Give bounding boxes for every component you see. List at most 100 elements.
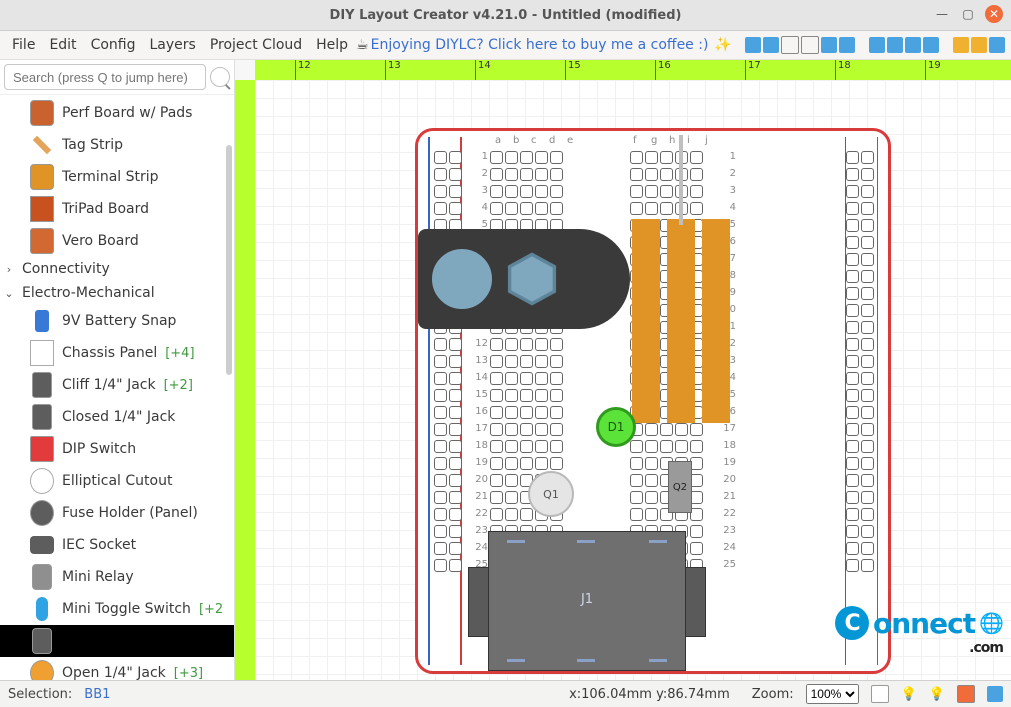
maximize-button[interactable]: ▢: [959, 5, 977, 23]
tree-item-relay[interactable]: Mini Relay: [0, 561, 234, 593]
menu-help[interactable]: Help: [310, 35, 354, 55]
status-icon-1[interactable]: [871, 685, 889, 703]
toolbar-icon-4[interactable]: [801, 36, 819, 54]
iec-icon: [30, 536, 54, 554]
design-canvas[interactable]: a b c d e f g h i j 123456789101: [255, 80, 1011, 680]
ruler-tick: 18: [835, 60, 851, 80]
toolbar-icon-6[interactable]: [839, 37, 855, 53]
col-label: g: [651, 135, 657, 146]
jack-mark: [577, 659, 595, 662]
tree-cat-connectivity[interactable]: › Connectivity: [0, 257, 234, 281]
toolbar-icon-8[interactable]: [887, 37, 903, 53]
search-icon[interactable]: [210, 67, 230, 87]
app-window: DIY Layout Creator v4.21.0 - Untitled (m…: [0, 0, 1011, 707]
snap-hex-icon: [504, 251, 560, 307]
scrollbar-thumb[interactable]: [226, 145, 232, 375]
menu-layers[interactable]: Layers: [143, 35, 201, 55]
menu-file[interactable]: File: [6, 35, 41, 55]
redacted-icon: [32, 628, 52, 654]
component-j1-jack[interactable]: J1: [468, 531, 706, 671]
tree-item-chassis[interactable]: Chassis Panel [+4]: [0, 337, 234, 369]
jack-icon: [32, 404, 52, 430]
col-label: i: [687, 135, 690, 146]
tree-tag: [+4]: [165, 346, 194, 361]
tree-item-battery-snap[interactable]: 9V Battery Snap: [0, 305, 234, 337]
tree-item-tripad[interactable]: TriPad Board: [0, 193, 234, 225]
tree-label: Chassis Panel: [62, 345, 157, 361]
toolbar-icon-9[interactable]: [905, 37, 921, 53]
toolbar-icon-1[interactable]: [745, 37, 761, 53]
tree-item-selected[interactable]: [0, 625, 234, 657]
tree-item-vero[interactable]: Vero Board: [0, 225, 234, 257]
donate-link[interactable]: Enjoying DIYLC? Click here to buy me a c…: [371, 37, 709, 53]
toolbar-icon-2[interactable]: [763, 37, 779, 53]
close-button[interactable]: ✕: [985, 5, 1003, 23]
tree-label: IEC Socket: [62, 537, 136, 553]
terminal-strip-icon: [30, 164, 54, 190]
tag-strip-icon: [33, 136, 51, 154]
jack-icon: [32, 372, 52, 398]
tree-item-toggle[interactable]: Mini Toggle Switch [+2: [0, 593, 234, 625]
tree-item-open-jack[interactable]: Open 1/4" Jack [+3]: [0, 657, 234, 680]
breadboard-bb1[interactable]: a b c d e f g h i j 123456789101: [415, 128, 891, 674]
bulb-icon[interactable]: 💡: [901, 687, 917, 702]
col-label: j: [705, 135, 708, 146]
status-selection-label: Selection:: [8, 687, 72, 702]
menu-edit[interactable]: Edit: [43, 35, 82, 55]
menubar: File Edit Config Layers Project Cloud He…: [0, 31, 1011, 60]
search-input[interactable]: [4, 64, 206, 90]
component-capacitor[interactable]: [632, 219, 730, 423]
bulb-icon[interactable]: 💡: [929, 687, 945, 702]
chevron-right-icon: ›: [4, 263, 14, 276]
status-icon-4[interactable]: [987, 686, 1003, 702]
status-zoom-label: Zoom:: [752, 687, 794, 702]
toolbar-icon-12[interactable]: [971, 37, 987, 53]
tree-label: Cliff 1/4" Jack: [62, 377, 156, 393]
chassis-icon: [30, 340, 54, 366]
jack-mark: [507, 659, 525, 662]
tree-item-ellipse[interactable]: Elliptical Cutout: [0, 465, 234, 497]
tree-item-cliff-jack[interactable]: Cliff 1/4" Jack [+2]: [0, 369, 234, 401]
component-9v-snap[interactable]: [418, 229, 630, 329]
zoom-select[interactable]: 100%: [806, 684, 859, 704]
watermark-c-icon: C: [835, 606, 869, 640]
vero-icon: [30, 228, 54, 254]
tree-item-iec[interactable]: IEC Socket: [0, 529, 234, 561]
toolbar-icon-10[interactable]: [923, 37, 939, 53]
menu-config[interactable]: Config: [85, 35, 142, 55]
dip-icon: [30, 436, 54, 462]
capacitor-stripe: [702, 219, 730, 423]
tree-item-tag-strip[interactable]: Tag Strip: [0, 129, 234, 161]
menu-project-cloud[interactable]: Project Cloud: [204, 35, 308, 55]
wand-icon[interactable]: ✨: [714, 37, 731, 53]
tree-label: 9V Battery Snap: [62, 313, 176, 329]
component-tree[interactable]: Perf Board w/ Pads Tag Strip Terminal St…: [0, 95, 234, 680]
tree-item-dip[interactable]: DIP Switch: [0, 433, 234, 465]
minimize-button[interactable]: —: [933, 5, 951, 23]
toolbar-icon-11[interactable]: [953, 37, 969, 53]
toolbar-icon-5[interactable]: [821, 37, 837, 53]
tree-label-redacted: [62, 632, 226, 650]
component-q2-transistor[interactable]: Q2: [668, 461, 692, 513]
toolbar-icon-7[interactable]: [869, 37, 885, 53]
tree-item-closed-jack[interactable]: Closed 1/4" Jack: [0, 401, 234, 433]
component-sidebar: Perf Board w/ Pads Tag Strip Terminal St…: [0, 60, 235, 680]
tree-cat-electro[interactable]: ⌄ Electro-Mechanical: [0, 281, 234, 305]
toolbar-icon-13[interactable]: [989, 37, 1005, 53]
component-q1-transistor[interactable]: Q1: [528, 471, 574, 517]
tree-tag: [+2]: [164, 378, 193, 393]
ruler-tick: 19: [925, 60, 941, 80]
tree-item-perf-board[interactable]: Perf Board w/ Pads: [0, 97, 234, 129]
capacitor-lead: [679, 135, 683, 225]
status-icon-color[interactable]: [957, 685, 975, 703]
battery-icon: [35, 310, 49, 332]
capacitor-stripe: [667, 219, 695, 423]
col-label: d: [549, 135, 555, 146]
tree-item-terminal-strip[interactable]: Terminal Strip: [0, 161, 234, 193]
status-selection[interactable]: BB1: [84, 687, 110, 702]
jack-mark: [649, 659, 667, 662]
tree-item-fuse[interactable]: Fuse Holder (Panel): [0, 497, 234, 529]
component-d1-led[interactable]: D1: [596, 407, 636, 447]
toolbar-icon-3[interactable]: [781, 36, 799, 54]
coffee-icon: ☕: [356, 37, 369, 53]
